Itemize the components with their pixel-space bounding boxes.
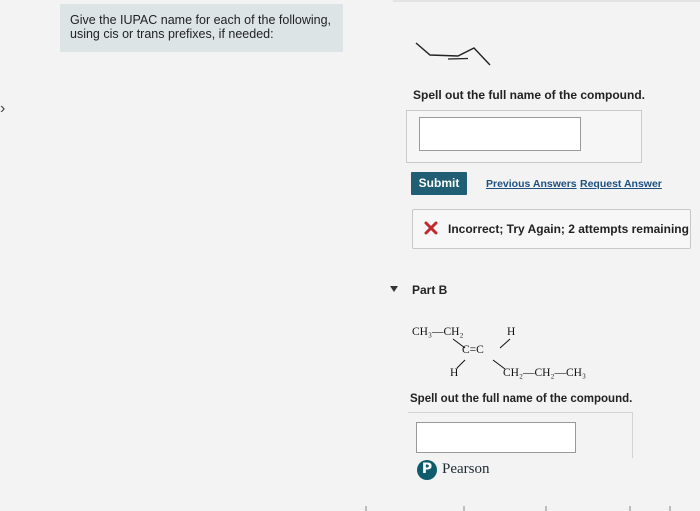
- x-icon: [424, 221, 438, 235]
- instructions-panel: Give the IUPAC name for each of the foll…: [60, 4, 343, 52]
- part-b-answer-area: [408, 412, 633, 458]
- caret-down-icon[interactable]: [389, 285, 399, 293]
- instructions-text: Give the IUPAC name for each of the foll…: [70, 13, 332, 41]
- pearson-brand: Pearson: [442, 461, 490, 477]
- pearson-logo-icon: P: [417, 460, 437, 480]
- feedback-message: Incorrect; Try Again; 2 attempts remaini…: [412, 209, 691, 249]
- part-b-title: Part B: [412, 283, 448, 297]
- part-b-answer-field[interactable]: [416, 422, 576, 453]
- structure-bonds: [452, 338, 511, 370]
- part-a-skeletal-structure: [415, 42, 491, 66]
- part-b-prompt: Spell out the full name of the compound.: [410, 393, 633, 405]
- bottom-edge-marks: [365, 506, 671, 511]
- previous-answers-link[interactable]: Previous Answers: [486, 178, 577, 190]
- request-answer-link[interactable]: Request Answer: [580, 178, 662, 190]
- top-divider: [393, 0, 700, 2]
- submit-button[interactable]: Submit: [411, 172, 467, 195]
- chevron-right-icon[interactable]: ›: [0, 100, 5, 118]
- pearson-logo-letter: P: [421, 461, 433, 477]
- part-a-answer-field[interactable]: [419, 117, 581, 151]
- side-decoration: [590, 100, 620, 160]
- feedback-text: Incorrect; Try Again; 2 attempts remaini…: [448, 222, 689, 236]
- part-b-structure: CH₃—CH₂ H C=C H CH₂—CH₂—CH₃: [408, 322, 638, 388]
